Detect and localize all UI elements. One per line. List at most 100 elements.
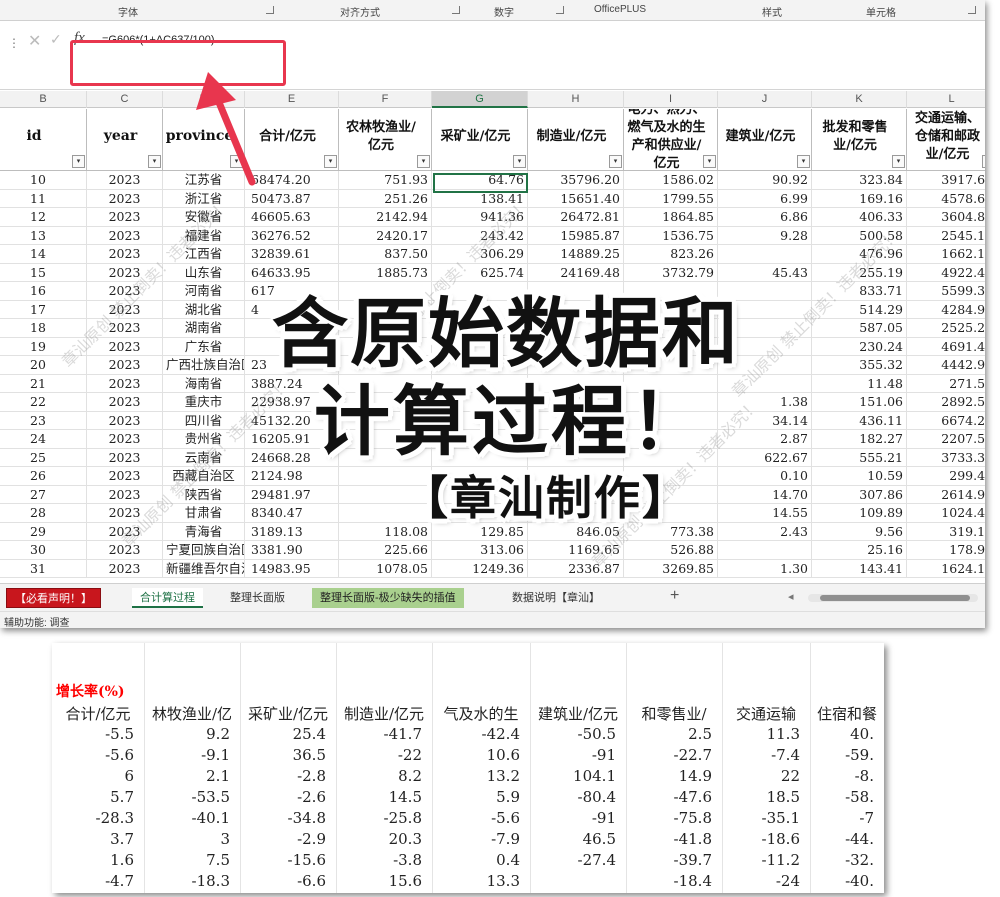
growth-cell[interactable]: -15.6 bbox=[240, 851, 336, 869]
table-cell[interactable] bbox=[339, 356, 432, 375]
table-cell[interactable]: 617 bbox=[245, 282, 339, 301]
table-cell[interactable]: 2.43 bbox=[718, 522, 812, 541]
table-cell[interactable]: 2023 bbox=[87, 467, 163, 486]
table-cell[interactable] bbox=[339, 282, 432, 301]
table-cell[interactable] bbox=[339, 393, 432, 412]
growth-cell[interactable]: 6 bbox=[52, 767, 144, 785]
table-cell[interactable]: 230.24 bbox=[812, 337, 907, 356]
dialog-launcher-icon[interactable] bbox=[452, 6, 460, 14]
table-cell[interactable]: 68474.20 bbox=[245, 171, 339, 190]
table-cell[interactable]: 江苏省 bbox=[163, 171, 245, 190]
table-cell[interactable]: 3917.68 bbox=[907, 171, 985, 190]
table-cell[interactable]: 143.41 bbox=[812, 559, 907, 578]
table-cell[interactable] bbox=[624, 411, 718, 430]
growth-cell[interactable]: 9.2 bbox=[144, 725, 240, 743]
growth-cell[interactable]: -50.5 bbox=[530, 725, 626, 743]
table-cell[interactable]: 6.86 bbox=[718, 208, 812, 227]
table-cell[interactable]: 1249.36 bbox=[432, 559, 528, 578]
table-cell[interactable] bbox=[339, 319, 432, 338]
growth-cell[interactable]: 8.2 bbox=[336, 767, 432, 785]
ribbon-group-styles[interactable]: 样式 bbox=[762, 4, 782, 19]
table-cell[interactable] bbox=[528, 430, 624, 449]
table-cell[interactable]: 2023 bbox=[87, 189, 163, 208]
table-cell[interactable]: 1.30 bbox=[718, 559, 812, 578]
table-cell[interactable]: 15985.87 bbox=[528, 226, 624, 245]
growth-cell[interactable]: 11.3 bbox=[722, 725, 810, 743]
growth-cell[interactable]: 10.6 bbox=[432, 746, 530, 764]
filter-dropdown-icon[interactable]: ▾ bbox=[982, 155, 985, 168]
growth-cell[interactable]: 5.7 bbox=[52, 788, 144, 806]
tab-data-description[interactable]: 数据说明【章汕】 bbox=[504, 588, 608, 608]
table-cell[interactable]: 1536.75 bbox=[624, 226, 718, 245]
table-cell[interactable]: 27 bbox=[0, 485, 87, 504]
table-cell[interactable] bbox=[528, 319, 624, 338]
table-cell[interactable] bbox=[624, 467, 718, 486]
filter-dropdown-icon[interactable]: ▾ bbox=[230, 155, 243, 168]
table-cell[interactable]: 45.43 bbox=[718, 263, 812, 282]
table-cell[interactable]: 319.17 bbox=[907, 523, 985, 541]
table-cell[interactable]: 25 bbox=[0, 448, 87, 467]
growth-cell[interactable]: 104.1 bbox=[530, 767, 626, 785]
table-cell[interactable]: 14889.25 bbox=[528, 245, 624, 264]
growth-cell[interactable]: -5.6 bbox=[432, 809, 530, 827]
table-cell[interactable]: 823.26 bbox=[624, 245, 718, 264]
table-cell[interactable]: 9.56 bbox=[812, 522, 907, 541]
growth-cell[interactable]: -18.3 bbox=[144, 872, 240, 890]
table-cell[interactable]: 1586.02 bbox=[624, 171, 718, 190]
growth-cell[interactable]: -18.4 bbox=[626, 872, 722, 890]
table-cell[interactable]: 555.21 bbox=[812, 448, 907, 467]
table-cell[interactable] bbox=[432, 411, 528, 430]
table-cell[interactable]: 1864.85 bbox=[624, 208, 718, 227]
growth-cell[interactable]: 7.5 bbox=[144, 851, 240, 869]
table-cell[interactable]: 2023 bbox=[87, 300, 163, 319]
growth-cell[interactable]: -18.6 bbox=[722, 830, 810, 848]
filter-dropdown-icon[interactable]: ▾ bbox=[417, 155, 430, 168]
growth-cell[interactable]: -6.6 bbox=[240, 872, 336, 890]
growth-cell[interactable]: -42.4 bbox=[432, 725, 530, 743]
table-cell[interactable]: 云南省 bbox=[163, 448, 245, 467]
table-cell[interactable] bbox=[624, 356, 718, 375]
table-cell[interactable]: 129.85 bbox=[432, 522, 528, 541]
table-cell[interactable]: 2124.98 bbox=[245, 467, 339, 486]
growth-cell[interactable]: -91 bbox=[530, 809, 626, 827]
table-cell[interactable]: 重庆市 bbox=[163, 393, 245, 412]
scroll-left-icon[interactable]: ◂ bbox=[788, 590, 794, 603]
table-cell[interactable]: 14983.95 bbox=[245, 559, 339, 578]
growth-cell[interactable]: 18.5 bbox=[722, 788, 810, 806]
horizontal-scrollbar[interactable] bbox=[808, 594, 978, 602]
table-cell[interactable]: 118.08 bbox=[339, 522, 432, 541]
table-cell[interactable] bbox=[245, 337, 339, 356]
tab-calculation[interactable]: 合计算过程 bbox=[132, 588, 203, 608]
table-cell[interactable]: 773.38 bbox=[624, 522, 718, 541]
table-cell[interactable]: 15 bbox=[0, 263, 87, 282]
growth-cell[interactable]: -22.7 bbox=[626, 746, 722, 764]
table-cell[interactable]: 新疆维吾尔自治区 bbox=[163, 559, 245, 578]
table-cell[interactable]: 2023 bbox=[87, 485, 163, 504]
growth-cell[interactable]: -7.9 bbox=[432, 830, 530, 848]
table-cell[interactable]: 3269.85 bbox=[624, 559, 718, 578]
growth-cell[interactable]: -11.2 bbox=[722, 851, 810, 869]
growth-cell[interactable]: -35.1 bbox=[722, 809, 810, 827]
table-cell[interactable] bbox=[432, 319, 528, 338]
growth-cell[interactable]: 25.4 bbox=[240, 725, 336, 743]
table-cell[interactable]: 22 bbox=[0, 393, 87, 412]
table-cell[interactable]: 28 bbox=[0, 504, 87, 523]
table-cell[interactable] bbox=[339, 374, 432, 393]
table-cell[interactable] bbox=[528, 467, 624, 486]
table-cell[interactable] bbox=[624, 282, 718, 301]
table-cell[interactable]: 9.28 bbox=[718, 226, 812, 245]
table-cell[interactable]: 833.71 bbox=[812, 282, 907, 301]
filter-dropdown-icon[interactable]: ▾ bbox=[324, 155, 337, 168]
growth-cell[interactable]: -2.8 bbox=[240, 767, 336, 785]
growth-cell[interactable]: -39.7 bbox=[626, 851, 722, 869]
table-cell[interactable]: 1799.55 bbox=[624, 189, 718, 208]
table-cell[interactable]: 2023 bbox=[87, 522, 163, 541]
table-cell[interactable] bbox=[528, 356, 624, 375]
table-cell[interactable]: 甘肃省 bbox=[163, 504, 245, 523]
table-cell[interactable] bbox=[624, 504, 718, 523]
table-cell[interactable]: 526.88 bbox=[624, 541, 718, 560]
growth-cell[interactable]: -4.7 bbox=[52, 872, 144, 890]
table-cell[interactable] bbox=[528, 448, 624, 467]
table-cell[interactable] bbox=[432, 300, 528, 319]
table-cell[interactable]: 安徽省 bbox=[163, 208, 245, 227]
